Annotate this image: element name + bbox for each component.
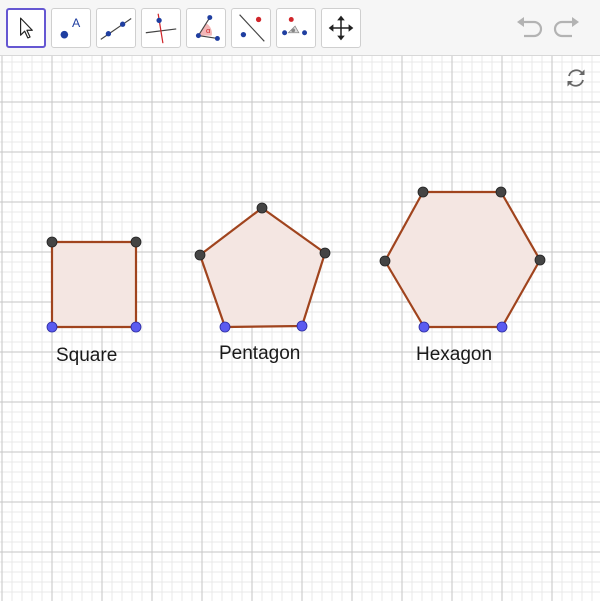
move-graphics-view-tool[interactable]	[321, 8, 361, 48]
pentagon-vertex[interactable]	[319, 247, 331, 259]
pentagon-shape[interactable]	[194, 202, 331, 333]
perpendicular-line-icon	[145, 13, 177, 44]
undo-button[interactable]	[514, 14, 544, 42]
hexagon-base-vertex[interactable]	[418, 321, 430, 333]
hexagon-base-vertex[interactable]	[496, 321, 508, 333]
square-base-vertex[interactable]	[130, 321, 142, 333]
square-vertex[interactable]	[130, 236, 142, 248]
point-with-label-icon: A	[60, 16, 81, 39]
line-tool[interactable]	[96, 8, 136, 48]
pentagon-base-vertex[interactable]	[296, 320, 308, 332]
redo-button[interactable]	[552, 14, 582, 42]
angle-tool[interactable]: α	[186, 8, 226, 48]
pentagon-label: Pentagon	[219, 343, 301, 364]
angle-tool-label: α	[206, 26, 211, 35]
reset-button[interactable]	[564, 66, 588, 90]
toolbar: A α	[0, 0, 600, 56]
square-shape[interactable]	[46, 236, 142, 333]
more-tools[interactable]	[276, 8, 316, 48]
hexagon-vertex[interactable]	[379, 255, 391, 267]
square-base-vertex[interactable]	[46, 321, 58, 333]
hexagon-polygon[interactable]	[383, 190, 542, 329]
line-through-two-points-icon	[100, 18, 132, 40]
hexagon-shape[interactable]	[379, 186, 546, 333]
perpendicular-line-tool[interactable]	[141, 8, 181, 48]
reflect-tool[interactable]	[231, 8, 271, 48]
hexagon-vertex[interactable]	[417, 186, 429, 198]
move-tool[interactable]	[6, 8, 46, 48]
square-vertex[interactable]	[46, 236, 58, 248]
undo-icon	[517, 17, 543, 38]
square-polygon[interactable]	[50, 240, 138, 329]
arrow-cursor-icon	[20, 17, 33, 39]
pentagon-vertex[interactable]	[194, 249, 206, 261]
redo-icon	[553, 17, 579, 38]
pentagon-polygon[interactable]	[198, 206, 327, 329]
hexagon-vertex[interactable]	[534, 254, 546, 266]
point-tool[interactable]: A	[51, 8, 91, 48]
hexagon-label: Hexagon	[416, 344, 493, 365]
pentagon-base-vertex[interactable]	[219, 321, 231, 333]
graphics-view[interactable]: Square Pentagon Hexagon	[0, 56, 600, 601]
shapes-layer	[46, 186, 546, 333]
point-tool-label: A	[72, 16, 81, 30]
more-tools-icon	[282, 16, 308, 36]
move-graphics-view-icon	[328, 15, 354, 41]
angle-icon: α	[195, 15, 220, 41]
hexagon-vertex[interactable]	[495, 186, 507, 198]
pentagon-vertex[interactable]	[256, 202, 268, 214]
reflect-about-line-icon	[239, 14, 265, 42]
reset-construction-icon	[567, 69, 585, 87]
square-label: Square	[56, 345, 118, 366]
